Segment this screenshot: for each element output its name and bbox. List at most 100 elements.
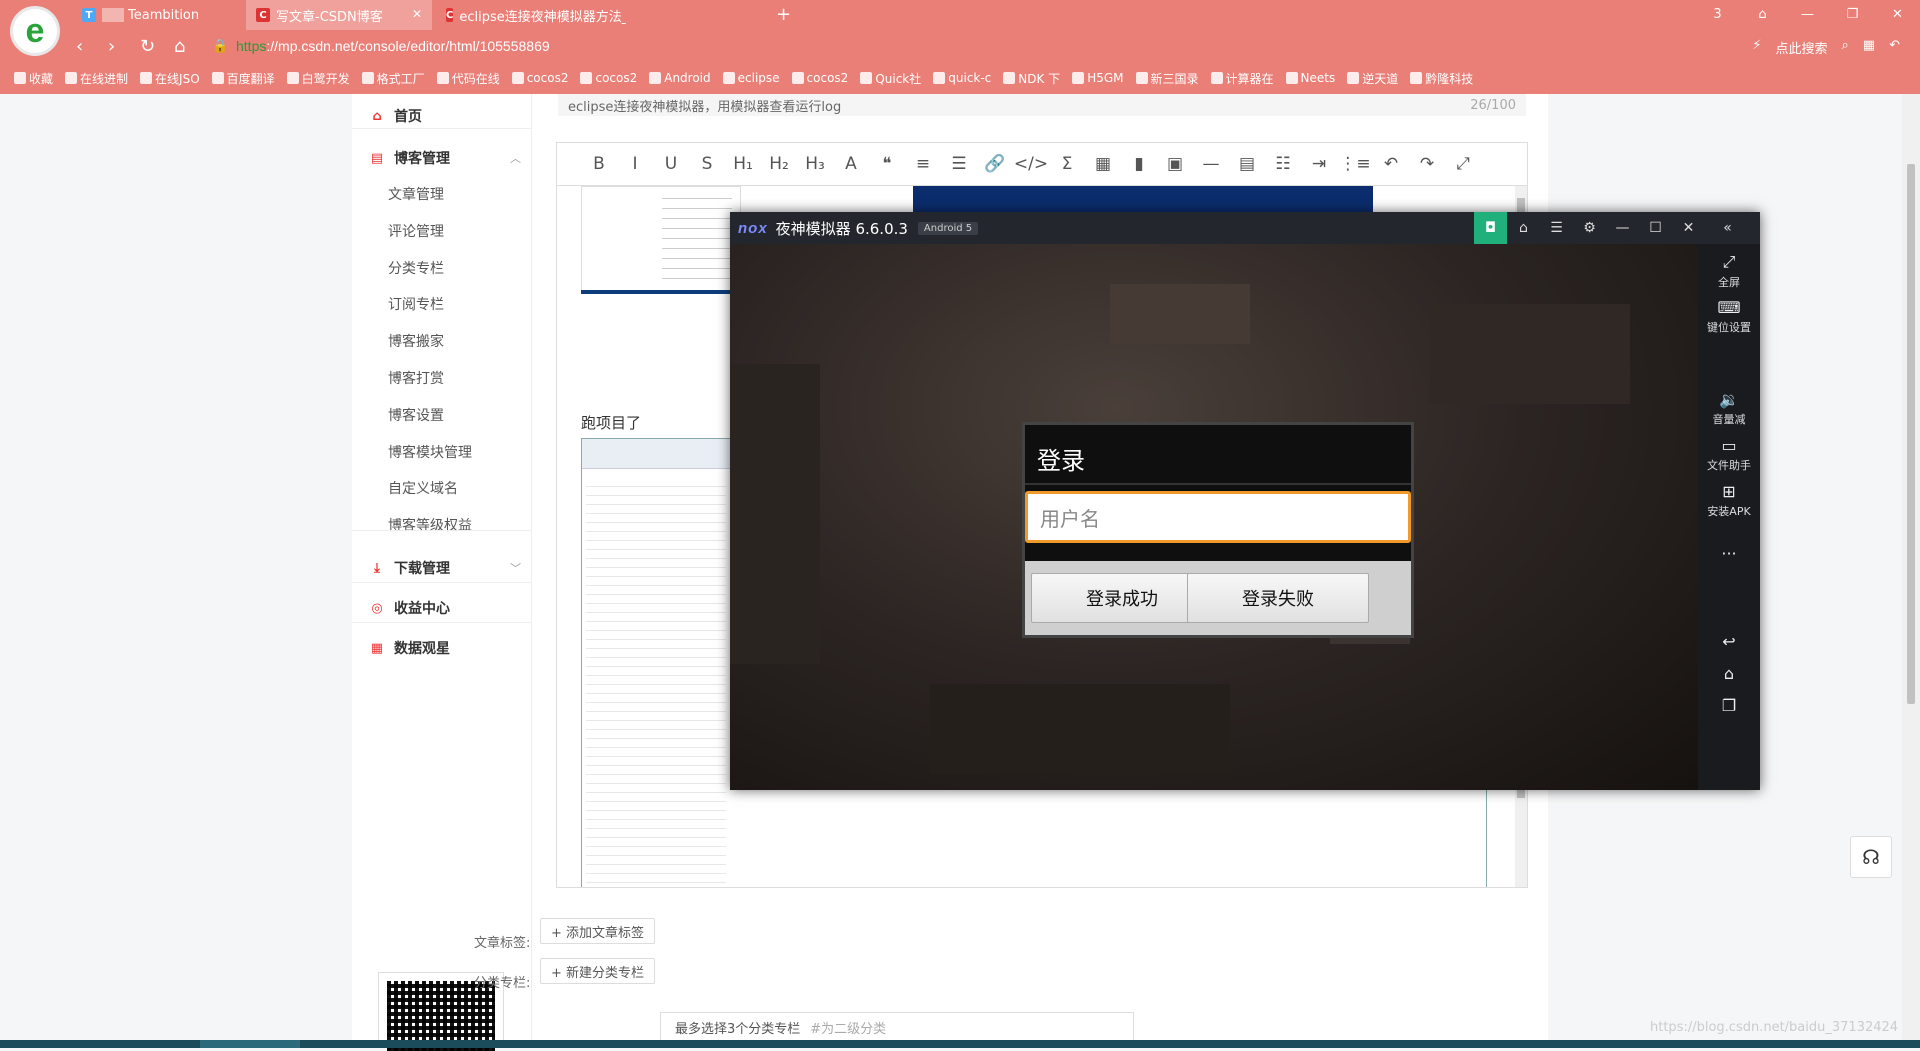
new-tab-icon[interactable]: + [776,4,791,25]
toolbar-button[interactable]: — [1193,154,1229,174]
toolbar-button[interactable]: S [689,154,725,174]
grid-icon[interactable]: ▦ [1863,38,1875,57]
bookmark-item[interactable]: 收藏 [14,70,53,87]
toolbar-button[interactable]: ≡ [905,154,941,174]
toolbar-button[interactable]: ↶ [1373,154,1409,174]
sidebar-item-download[interactable]: ⤓ 下载管理 ﹀ [370,558,521,578]
toolbar-button[interactable]: ⋮≡ [1337,154,1373,174]
undo-icon[interactable]: ↶ [1889,38,1900,57]
bookmark-item[interactable]: 在线JSO [140,70,200,87]
sidebar-subitem[interactable]: 评论管理 [388,221,444,241]
lightning-icon[interactable]: ⚡ [1752,38,1761,57]
bookmark-item[interactable]: 格式工厂 [361,70,425,87]
settings-icon[interactable]: ⚙ [1573,212,1606,244]
toolbar-button[interactable]: A [833,154,869,174]
tab-count-badge[interactable]: 3 [1695,0,1740,30]
forward-icon[interactable]: › [108,36,115,57]
nox-tool-file-helper[interactable]: ▭ 文件助手 [1698,436,1760,473]
sidebar-subitem[interactable]: 博客设置 [388,405,444,425]
toolbar-button[interactable]: ▤ [1229,154,1265,174]
android-screen[interactable]: 登录 用户名 登录成功 登录失败 [730,244,1698,790]
close-window-icon[interactable]: ✕ [1875,0,1920,30]
nox-tool-fullscreen[interactable]: ⤢ 全屏 [1698,252,1760,290]
login-fail-button[interactable]: 登录失败 [1187,573,1369,623]
home-icon[interactable]: ⌂ [174,36,185,57]
bookmark-item[interactable]: 逆天道 [1347,70,1398,87]
toolbar-button[interactable]: Σ [1049,154,1085,174]
customer-service-button[interactable]: ☊ [1850,836,1892,878]
bookmark-item[interactable]: 代码在线 [436,70,500,87]
bookmark-item[interactable]: cocos2 [511,71,568,85]
bookmark-item[interactable]: 百度翻译 [211,70,275,87]
recent-apps-icon[interactable]: ❐ [1698,696,1760,717]
sidebar-item-home[interactable]: ⌂ 首页 [370,106,422,126]
article-title-input[interactable]: eclipse连接夜神模拟器，用模拟器查看运行log 26/100 [558,94,1526,116]
store-icon[interactable]: ◘ [1474,212,1507,244]
nox-tool-keyboard[interactable]: ⌨ 键位设置 [1698,298,1760,335]
restore-icon[interactable]: ❐ [1830,0,1875,30]
sidebar-item-blog-manage[interactable]: ▤ 博客管理 ︿ [370,148,521,168]
toolbar-button[interactable]: B [581,154,617,174]
sidebar-item-income[interactable]: ◎ 收益中心 [370,598,450,618]
tab-csdn-write[interactable]: C 写文章-CSDN博客 ✕ [246,0,432,30]
sidebar-subitem[interactable]: 订阅专栏 [388,294,444,314]
username-input[interactable]: 用户名 [1025,491,1411,543]
toolbar-button[interactable]: ⤢ [1445,154,1481,174]
sidebar-subitem[interactable]: 博客模块管理 [388,442,472,462]
minimize-icon[interactable]: — [1785,0,1830,30]
close-icon[interactable]: ✕ [1672,212,1705,244]
sidebar-subitem[interactable]: 文章管理 [388,184,444,204]
page-scrollbar[interactable] [1902,94,1920,1048]
minimize-icon[interactable]: — [1606,212,1639,244]
bookmark-item[interactable]: eclipse [722,71,780,85]
bookmark-item[interactable]: quick-c [933,71,991,85]
category-select[interactable]: 最多选择3个分类专栏 #为二级分类 [660,1012,1134,1042]
toolbar-button[interactable]: ⇥ [1301,154,1337,174]
sidebar-subitem[interactable]: 自定义域名 [388,478,458,498]
toolbar-button[interactable]: ☷ [1265,154,1301,174]
nox-tool-volume-down[interactable]: 🔉 音量减 [1698,390,1760,427]
sidebar-subitem[interactable]: 分类专栏 [388,258,444,278]
sidebar-subitem[interactable]: 博客等级权益 [388,515,472,535]
toolbar-button[interactable]: H₃ [797,154,833,174]
bookmark-item[interactable]: cocos2 [580,71,637,85]
toolbar-button[interactable]: U [653,154,689,174]
toolbar-button[interactable]: </> [1013,154,1049,174]
collapse-sidebar-icon[interactable]: « [1711,212,1744,244]
nox-titlebar[interactable]: nox 夜神模拟器 6.6.0.3 Android 5 ◘ ⌂ ☰ ⚙ — ☐ … [730,212,1760,244]
new-category-button[interactable]: + 新建分类专栏 [540,958,656,984]
sidebar-subitem[interactable]: 博客打赏 [388,368,444,388]
toolbar-button[interactable]: 🔗 [977,154,1013,174]
menu-icon[interactable]: ☰ [1540,212,1573,244]
bookmark-item[interactable]: 新三国录 [1135,70,1199,87]
login-success-button[interactable]: 登录成功 [1031,573,1213,623]
toolbar-button[interactable]: ▣ [1157,154,1193,174]
search-icon[interactable]: ⌕ [1842,38,1849,57]
bookmark-item[interactable]: 计算器在 [1210,70,1274,87]
maximize-icon[interactable]: ☐ [1639,212,1672,244]
toolbar-button[interactable]: ☰ [941,154,977,174]
bookmark-item[interactable]: H5GM [1072,71,1124,85]
toolbar-button[interactable]: ▮ [1121,154,1157,174]
toolbar-button[interactable]: ↷ [1409,154,1445,174]
bookmark-item[interactable]: Android [649,71,711,85]
home-icon[interactable]: ⌂ [1698,664,1760,685]
toolbar-button[interactable]: ▦ [1085,154,1121,174]
shirt-icon[interactable]: ⌂ [1740,0,1785,30]
toolbar-button[interactable]: H₁ [725,154,761,174]
add-tag-button[interactable]: + 添加文章标签 [540,918,656,944]
refresh-icon[interactable]: ↻ [140,36,155,57]
skin-icon[interactable]: ⌂ [1507,212,1540,244]
bookmark-item[interactable]: cocos2 [791,71,848,85]
bookmark-item[interactable]: NDK 下 [1003,70,1060,87]
bookmark-item[interactable]: Quick社 [860,70,921,87]
search-link[interactable]: 点此搜索 [1776,38,1828,57]
more-icon[interactable]: ··· [1698,544,1760,565]
toolbar-button[interactable]: ❝ [869,154,905,174]
bookmark-item[interactable]: 白鹭开发 [286,70,350,87]
bookmark-item[interactable]: 在线进制 [65,70,128,87]
sidebar-item-data[interactable]: ▦ 数据观星 [370,638,450,658]
sidebar-subitem[interactable]: 博客搬家 [388,331,444,351]
bookmark-item[interactable]: Neets [1285,71,1335,85]
close-icon[interactable]: ✕ [412,7,422,21]
